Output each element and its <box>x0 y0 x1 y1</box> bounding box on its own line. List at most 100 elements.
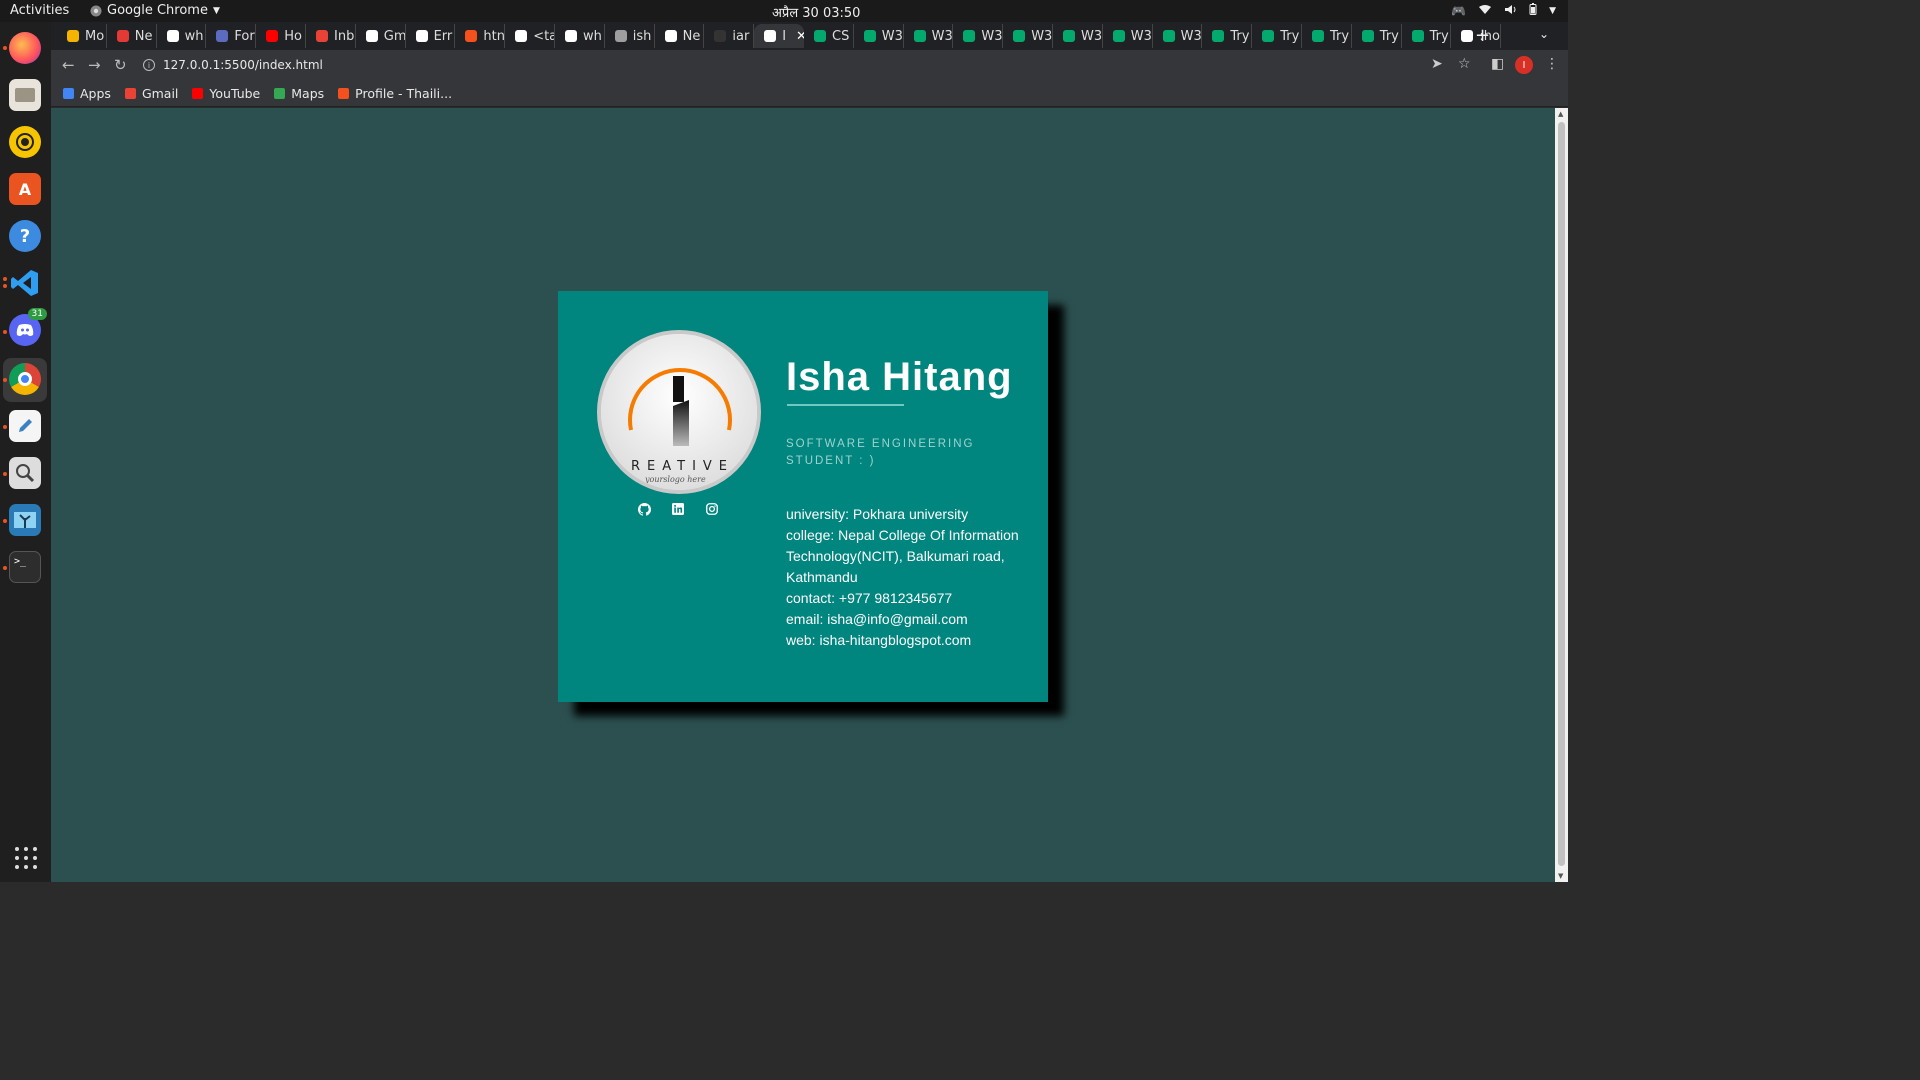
system-tray[interactable]: 🎮 ▼ <box>1451 3 1556 18</box>
forward-icon[interactable]: → <box>88 56 101 74</box>
tab-favicon-icon <box>1112 30 1125 42</box>
bookmark-item[interactable]: YouTube <box>192 86 260 101</box>
rhythmbox-icon[interactable] <box>9 126 41 158</box>
browser-tab[interactable]: htn <box>455 24 506 48</box>
app-menu-label: Google Chrome <box>107 3 208 18</box>
activities-button[interactable]: Activities <box>10 3 69 18</box>
kebab-menu-icon[interactable]: ⋮ <box>1545 56 1559 72</box>
help-icon[interactable]: ? <box>9 220 41 252</box>
tab-label: Inb <box>334 28 355 44</box>
bookmark-label: Gmail <box>141 85 179 101</box>
bookmark-item[interactable]: Maps <box>274 86 324 101</box>
github-icon[interactable] <box>637 502 651 516</box>
image-viewer-icon[interactable] <box>9 504 41 536</box>
browser-tab[interactable]: wh <box>555 24 605 48</box>
tab-search-icon[interactable]: ⌄ <box>1539 27 1549 41</box>
terminal-icon[interactable]: >_ <box>9 551 41 583</box>
tab-label: Try <box>1230 28 1250 44</box>
address-bar[interactable]: i 127.0.0.1:5500/index.html <box>143 54 1473 76</box>
tab-label: Try <box>1379 28 1399 44</box>
tab-favicon-icon <box>1312 30 1324 42</box>
tab-favicon-icon <box>664 30 677 42</box>
browser-tab[interactable]: Ne <box>107 24 157 48</box>
vscode-icon[interactable] <box>9 267 41 299</box>
tab-favicon-icon <box>963 30 976 42</box>
browser-tab[interactable]: For <box>206 24 257 48</box>
text-editor-icon[interactable] <box>9 410 41 442</box>
browser-tab[interactable]: CS <box>804 24 854 48</box>
browser-tab[interactable]: Inb <box>306 24 356 48</box>
browser-tab[interactable]: I ✕ <box>754 24 804 48</box>
side-panel-icon[interactable]: ◧ <box>1491 56 1504 72</box>
tab-label: W3 <box>1180 28 1202 44</box>
tab-label: Try <box>1429 28 1449 44</box>
show-applications-icon[interactable] <box>15 847 37 869</box>
tab-label: Ne <box>134 28 153 44</box>
browser-tab[interactable]: Mo <box>57 24 107 48</box>
browser-tab[interactable]: Err <box>406 24 456 48</box>
clock[interactable]: अप्रैल 30 03:50 <box>772 3 860 21</box>
scroll-down-icon[interactable]: ▼ <box>1558 872 1563 880</box>
browser-tab[interactable]: Ho <box>256 24 306 48</box>
site-info-icon[interactable]: i <box>143 59 155 71</box>
avatar: REATIVE yourslogo here <box>597 330 761 494</box>
tab-label: CS <box>832 28 850 44</box>
new-tab-icon[interactable]: + <box>1475 25 1490 46</box>
bookmark-item[interactable]: Apps <box>63 86 111 101</box>
tab-favicon-icon <box>814 30 826 42</box>
close-tab-icon[interactable]: ✕ <box>796 29 804 44</box>
discord-icon[interactable]: 31 <box>9 308 47 346</box>
chrome-small-icon <box>90 5 102 16</box>
software-center-icon[interactable]: A <box>9 173 41 205</box>
browser-tab[interactable]: W3 <box>904 24 954 48</box>
instagram-icon[interactable] <box>705 502 719 516</box>
browser-tab[interactable]: Gm <box>356 24 406 48</box>
browser-tab[interactable]: W3 <box>953 24 1004 48</box>
browser-tab[interactable]: Try <box>1402 24 1452 48</box>
scrollbar-thumb[interactable] <box>1558 122 1565 866</box>
chevron-down-icon[interactable]: ▼ <box>1549 6 1556 16</box>
app-menu[interactable]: Google Chrome ▼ <box>90 3 220 18</box>
browser-tab[interactable]: ish <box>605 24 655 48</box>
linkedin-icon[interactable] <box>671 502 685 516</box>
send-to-device-icon[interactable]: ➤ <box>1431 56 1443 72</box>
browser-tab[interactable]: Try <box>1302 24 1352 48</box>
browser-tab[interactable]: W3 <box>854 24 904 48</box>
tab-label: For <box>234 28 255 44</box>
browser-tab[interactable]: W3 <box>1153 24 1203 48</box>
browser-tab[interactable]: W3 <box>1103 24 1153 48</box>
bookmark-favicon-icon <box>338 87 350 99</box>
battery-icon[interactable] <box>1529 3 1537 18</box>
firefox-icon[interactable] <box>9 32 41 64</box>
browser-tab[interactable]: W3 <box>1053 24 1103 48</box>
running-indicator <box>3 566 7 570</box>
reload-icon[interactable]: ↻ <box>114 56 127 74</box>
wifi-icon[interactable] <box>1478 4 1492 18</box>
browser-tab[interactable]: Ne <box>655 24 705 48</box>
tab-favicon-icon <box>465 30 478 42</box>
browser-tab[interactable]: Try <box>1352 24 1402 48</box>
tab-label: W3 <box>1031 28 1053 44</box>
profile-avatar[interactable]: I <box>1515 56 1533 74</box>
back-icon[interactable]: ← <box>62 56 75 74</box>
dock: A ? 31 >_ <box>0 22 51 882</box>
browser-tab[interactable]: wh <box>157 24 207 48</box>
profile-role: SOFTWARE ENGINEERING STUDENT : ) <box>786 438 975 467</box>
browser-tab[interactable]: iar <box>704 24 755 48</box>
files-icon[interactable] <box>9 79 41 111</box>
browser-tab[interactable]: Try <box>1202 24 1253 48</box>
detail-web: web: isha-hitangblogspot.com <box>786 632 972 648</box>
bookmark-item[interactable]: Gmail <box>124 85 179 101</box>
page-scrollbar[interactable]: ▲ ▼ <box>1555 108 1568 882</box>
volume-icon[interactable] <box>1504 4 1517 18</box>
screenshot-icon[interactable] <box>9 457 41 489</box>
tab-label: W3 <box>1130 28 1152 44</box>
browser-tab[interactable]: W3 <box>1003 24 1053 48</box>
browser-tab[interactable]: Try <box>1252 24 1302 48</box>
chrome-icon[interactable] <box>9 363 41 395</box>
browser-tab[interactable]: <ta <box>505 24 555 48</box>
scroll-up-icon[interactable]: ▲ <box>1558 110 1563 118</box>
bookmark-item[interactable]: Profile - Thaili... <box>338 86 452 101</box>
discord-tray-icon[interactable]: 🎮 <box>1451 4 1466 18</box>
bookmark-star-icon[interactable]: ☆ <box>1458 56 1471 72</box>
